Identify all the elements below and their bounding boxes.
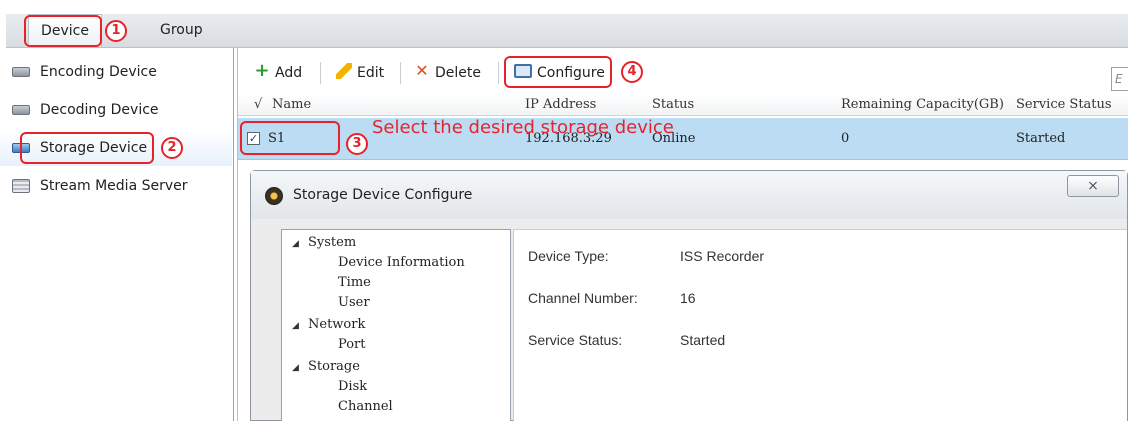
annotation-marker-3: 3 xyxy=(346,133,368,155)
cell-remaining-capacity: 0 xyxy=(841,131,850,146)
toolbar: + Add Edit ✕ Delete Configure E xyxy=(238,56,1128,91)
config-tree: System Device Information Time User Netw… xyxy=(281,229,511,421)
column-header-status[interactable]: Status xyxy=(652,97,694,112)
add-button[interactable]: + Add xyxy=(254,60,302,86)
service-status-value: Started xyxy=(680,332,726,348)
storage-device-configure-dialog: Storage Device Configure ⨯ System Device… xyxy=(250,170,1128,421)
pencil-icon xyxy=(336,63,352,79)
camera-lens-icon xyxy=(265,187,283,205)
top-tab-bar: Device Group xyxy=(0,0,1128,48)
edit-label: Edit xyxy=(357,65,385,81)
sidebar-item-label: Encoding Device xyxy=(40,64,157,80)
service-status-label: Service Status: xyxy=(528,332,623,348)
tree-node-time[interactable]: Time xyxy=(338,274,371,292)
annotation-box-row-s1 xyxy=(240,121,340,155)
encoder-device-icon xyxy=(12,67,30,77)
annotation-box-configure xyxy=(504,56,612,88)
tree-node-storage[interactable]: Storage xyxy=(292,358,360,377)
sidebar-item-label: Decoding Device xyxy=(40,102,159,118)
dialog-title-bar[interactable]: Storage Device Configure ⨯ xyxy=(251,171,1127,219)
column-header-select[interactable]: √ xyxy=(254,97,262,112)
sidebar-item-label: Stream Media Server xyxy=(40,178,188,194)
device-type-sidebar: Encoding Device Decoding Device Storage … xyxy=(0,48,234,421)
annotation-box-device-tab xyxy=(24,15,102,47)
channel-number-value: 16 xyxy=(680,290,696,306)
tree-node-port[interactable]: Port xyxy=(338,336,366,354)
sidebar-item-decoding-device[interactable]: Decoding Device xyxy=(0,92,232,128)
tree-node-channel[interactable]: Channel xyxy=(338,398,393,416)
media-server-icon xyxy=(12,179,30,193)
edit-button[interactable]: Edit xyxy=(336,60,384,86)
toolbar-divider xyxy=(400,62,401,84)
search-input[interactable]: E xyxy=(1111,67,1128,91)
sidebar-item-stream-media-server[interactable]: Stream Media Server xyxy=(0,168,232,204)
close-button[interactable]: ⨯ xyxy=(1067,175,1119,197)
tree-node-disk[interactable]: Disk xyxy=(338,378,367,396)
add-label: Add xyxy=(275,65,303,81)
tree-node-device-information[interactable]: Device Information xyxy=(338,254,465,272)
grid-header: √ Name IP Address Status Remaining Capac… xyxy=(238,94,1128,116)
delete-button[interactable]: ✕ Delete xyxy=(414,60,481,86)
column-header-name[interactable]: Name xyxy=(272,97,311,112)
delete-x-icon: ✕ xyxy=(415,61,429,80)
tree-node-system[interactable]: System xyxy=(292,234,356,253)
column-header-service-status[interactable]: Service Status xyxy=(1016,97,1112,112)
dialog-title: Storage Device Configure xyxy=(293,187,473,203)
toolbar-divider xyxy=(320,62,321,84)
annotation-marker-1: 1 xyxy=(105,20,127,42)
tree-node-user[interactable]: User xyxy=(338,294,370,312)
device-info-panel: Device Type: ISS Recorder Channel Number… xyxy=(513,229,1127,421)
annotation-marker-4: 4 xyxy=(621,61,643,83)
top-tab-strip: Device Group xyxy=(6,14,1128,48)
annotation-callout: Select the desired storage device xyxy=(372,117,674,138)
channel-number-label: Channel Number: xyxy=(528,290,638,306)
decoder-device-icon xyxy=(12,105,30,115)
annotation-marker-2: 2 xyxy=(161,137,183,159)
column-header-ip-address[interactable]: IP Address xyxy=(525,97,596,112)
sidebar-item-encoding-device[interactable]: Encoding Device xyxy=(0,54,232,90)
device-type-value: ISS Recorder xyxy=(680,248,765,264)
delete-label: Delete xyxy=(435,65,481,81)
toolbar-divider xyxy=(498,62,499,84)
annotation-box-storage-device xyxy=(20,132,154,164)
column-header-remaining-capacity[interactable]: Remaining Capacity(GB) xyxy=(841,97,1004,112)
device-type-label: Device Type: xyxy=(528,248,609,264)
cell-service-status: Started xyxy=(1016,131,1066,146)
tab-group[interactable]: Group xyxy=(154,14,209,47)
add-icon: + xyxy=(254,60,270,81)
tree-node-network[interactable]: Network xyxy=(292,316,365,335)
